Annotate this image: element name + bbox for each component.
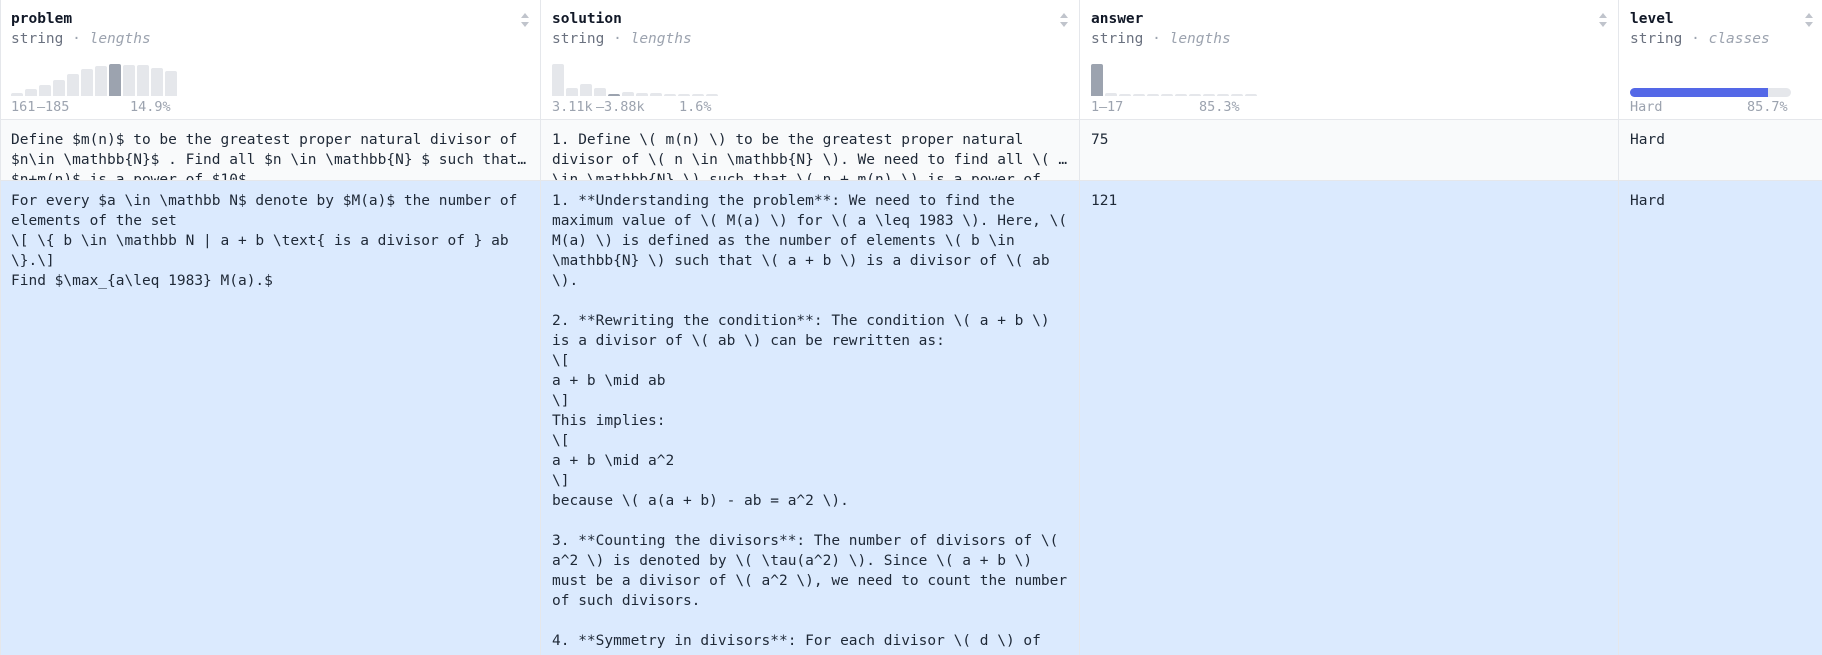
range-dash: –: [37, 99, 46, 115]
histogram-bar: [580, 84, 592, 96]
histogram-bar: [151, 68, 163, 96]
histogram-bar: [622, 92, 634, 96]
column-divider: [540, 0, 541, 655]
range-dash: –: [596, 99, 605, 115]
column-type: string · classes: [1630, 31, 1770, 47]
histogram-bar: [123, 65, 135, 96]
column-name: answer: [1091, 11, 1144, 27]
histogram-bar: [706, 94, 718, 96]
histogram-bar: [67, 74, 79, 96]
cell-problem[interactable]: For every $a \in \mathbb N$ denote by $M…: [0, 181, 541, 655]
range-percent: 1.6%: [679, 99, 712, 115]
column-divider: [1079, 0, 1080, 655]
histogram-bar: [566, 88, 578, 96]
histogram-bar: [11, 93, 23, 96]
histogram-bar: [53, 80, 65, 96]
column-header-problem[interactable]: problem string · lengths 161 – 185 14.9%: [0, 0, 540, 120]
range-dash: –: [1099, 99, 1108, 115]
histogram-bar: [664, 94, 676, 96]
column-divider: [0, 0, 1, 655]
histogram-bar: [552, 64, 564, 96]
column-header-solution[interactable]: solution string · lengths 3.11k – 3.88k …: [541, 0, 1079, 120]
column-name: solution: [552, 11, 622, 27]
histogram-bar: [1189, 94, 1201, 96]
sort-icon[interactable]: [520, 12, 530, 28]
range-percent: 85.3%: [1199, 99, 1240, 115]
column-type: string · lengths: [11, 31, 151, 47]
length-histogram[interactable]: [552, 60, 718, 96]
histogram-bar: [1105, 93, 1117, 96]
length-histogram[interactable]: [1091, 60, 1257, 96]
range-max: 17: [1107, 99, 1124, 115]
column-header-answer[interactable]: answer string · lengths 1 – 17 85.3%: [1080, 0, 1618, 120]
histogram-bar-selected: [1091, 64, 1103, 96]
histogram-bar: [1231, 94, 1243, 96]
histogram-bar: [95, 66, 107, 96]
column-name: problem: [11, 11, 73, 27]
class-distribution-bar[interactable]: [1630, 88, 1791, 97]
histogram-bar: [25, 89, 37, 96]
cell-problem[interactable]: Define $m(n)$ to be the greatest proper …: [0, 120, 541, 180]
class-percent: 85.7%: [1747, 99, 1788, 115]
cell-level[interactable]: Hard: [1619, 181, 1822, 655]
histogram-bar: [692, 94, 704, 96]
histogram-bar-selected: [608, 94, 620, 96]
column-header-level[interactable]: level string · classes Hard 85.7%: [1619, 0, 1822, 120]
class-bar-fill: [1630, 88, 1768, 97]
histogram-bar-selected: [109, 64, 121, 96]
histogram-bar: [636, 93, 648, 96]
histogram-bar: [81, 69, 93, 96]
histogram-bar: [1147, 94, 1159, 96]
cell-answer[interactable]: 121: [1080, 181, 1619, 655]
column-type: string · lengths: [552, 31, 692, 47]
range-percent: 14.9%: [130, 99, 171, 115]
histogram-bar: [1161, 94, 1173, 96]
histogram-bar: [137, 65, 149, 96]
cell-level[interactable]: Hard: [1619, 120, 1822, 180]
histogram-bar: [1245, 94, 1257, 96]
histogram-bar: [1119, 94, 1131, 96]
sort-icon[interactable]: [1598, 12, 1608, 28]
range-min: 161: [11, 99, 36, 115]
histogram-bar: [1175, 94, 1187, 96]
histogram-bar: [650, 93, 662, 96]
cell-answer[interactable]: 75: [1080, 120, 1619, 180]
table-row-selected[interactable]: For every $a \in \mathbb N$ denote by $M…: [0, 181, 1822, 655]
histogram-bar: [1133, 94, 1145, 96]
cell-solution[interactable]: 1. Define \( m(n) \) to be the greatest …: [541, 120, 1080, 180]
histogram-bar: [1217, 94, 1229, 96]
sort-icon[interactable]: [1059, 12, 1069, 28]
class-label: Hard: [1630, 99, 1663, 115]
column-type: string · lengths: [1091, 31, 1231, 47]
histogram-bar: [594, 88, 606, 96]
cell-solution[interactable]: 1. **Understanding the problem**: We nee…: [541, 181, 1080, 655]
column-divider: [1618, 0, 1619, 655]
sort-icon[interactable]: [1804, 12, 1814, 28]
histogram-bar: [1203, 94, 1215, 96]
table-row[interactable]: Define $m(n)$ to be the greatest proper …: [0, 120, 1822, 181]
range-min: 3.11k: [552, 99, 593, 115]
range-max: 185: [45, 99, 70, 115]
histogram-bar: [678, 94, 690, 96]
range-min: 1: [1091, 99, 1100, 115]
range-max: 3.88k: [604, 99, 645, 115]
histogram-bar: [165, 71, 177, 96]
dataset-table: problem string · lengths 161 – 185 14.9%…: [0, 0, 1822, 655]
histogram-bar: [39, 85, 51, 96]
length-histogram[interactable]: [11, 60, 177, 96]
column-name: level: [1630, 11, 1674, 27]
